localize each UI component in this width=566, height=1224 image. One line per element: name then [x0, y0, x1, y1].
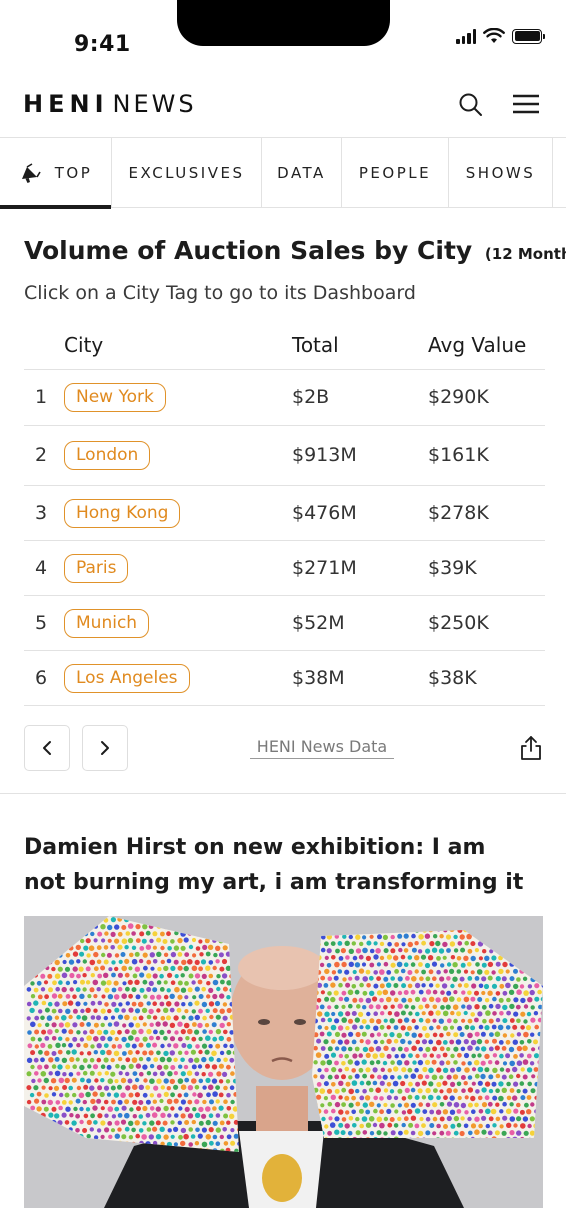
- logo-news: NEWS: [112, 90, 197, 118]
- row-total: $38M: [292, 667, 345, 689]
- city-tag-london[interactable]: London: [64, 441, 151, 470]
- table-row: 4 Paris $271M $39K: [24, 541, 545, 596]
- article-image[interactable]: [24, 916, 543, 1208]
- table-row: 5 Munich $52M $250K: [24, 596, 545, 651]
- article-headline[interactable]: Damien Hirst on new exhibition: I am not…: [24, 830, 524, 900]
- row-avg-value: $39K: [428, 557, 477, 579]
- row-avg-value: $250K: [428, 612, 489, 634]
- tab-exclusives-label: EXCLUSIVES: [128, 163, 245, 182]
- column-header-avg-value: Avg Value: [428, 333, 527, 357]
- article-photo-illustration: [24, 916, 543, 1208]
- section-tabs: TOP EXCLUSIVES DATA PEOPLE SHOWS: [0, 138, 566, 209]
- row-rank: 5: [35, 612, 48, 634]
- app-header: HENI NEWS: [0, 70, 566, 138]
- row-rank: 3: [35, 502, 48, 524]
- logo-heni: HENI: [23, 90, 109, 118]
- wifi-icon: [483, 28, 505, 43]
- row-rank: 2: [35, 444, 48, 466]
- share-icon: [521, 736, 541, 760]
- search-icon: [459, 93, 482, 116]
- table-row: 1 New York $2B $290K: [24, 370, 545, 426]
- city-tag-los-angeles[interactable]: Los Angeles: [64, 664, 190, 693]
- city-tag-paris[interactable]: Paris: [64, 554, 129, 583]
- row-avg-value: $278K: [428, 502, 489, 524]
- previous-page-button[interactable]: [24, 725, 70, 771]
- battery-icon: [512, 28, 545, 44]
- widget-title: Volume of Auction Sales by City (12 Mont…: [24, 236, 566, 265]
- row-rank: 4: [35, 557, 48, 579]
- city-tag-munich[interactable]: Munich: [64, 609, 150, 638]
- row-avg-value: $161K: [428, 444, 489, 466]
- next-page-button[interactable]: [82, 725, 128, 771]
- tab-exclusives[interactable]: EXCLUSIVES: [112, 138, 262, 207]
- row-total: $2B: [292, 386, 330, 408]
- table-row: 3 Hong Kong $476M $278K: [24, 486, 545, 541]
- chevron-left-icon: [43, 741, 51, 755]
- table-row: 2 London $913M $161K: [24, 426, 545, 486]
- tab-data[interactable]: DATA: [262, 138, 342, 207]
- row-avg-value: $290K: [428, 386, 489, 408]
- row-total: $476M: [292, 502, 357, 524]
- row-avg-value: $38K: [428, 667, 477, 689]
- table-row: 6 Los Angeles $38M $38K: [24, 651, 545, 706]
- heni-news-logo[interactable]: HENI NEWS: [23, 90, 197, 118]
- table-header: City Total Avg Value: [24, 322, 545, 370]
- tab-top-label: TOP: [54, 163, 93, 182]
- city-tag-new-york[interactable]: New York: [64, 383, 166, 412]
- cellular-signal-icon: [456, 28, 476, 44]
- status-bar: 9:41: [0, 0, 566, 70]
- device-notch: [177, 0, 390, 46]
- tab-shows-label: SHOWS: [465, 163, 536, 182]
- megaphone-icon: [21, 162, 41, 183]
- hamburger-menu-icon: [513, 94, 539, 114]
- tab-data-label: DATA: [277, 163, 326, 182]
- status-time: 9:41: [74, 32, 131, 57]
- search-button[interactable]: [458, 92, 484, 118]
- row-rank: 1: [35, 386, 48, 408]
- widget-title-text: Volume of Auction Sales by City: [24, 236, 473, 265]
- tab-shows[interactable]: SHOWS: [449, 138, 553, 207]
- heni-news-data-link[interactable]: HENI News Data: [250, 737, 394, 759]
- row-rank: 6: [35, 667, 48, 689]
- tab-people-label: PEOPLE: [358, 163, 432, 182]
- row-total: $271M: [292, 557, 357, 579]
- status-icons: [456, 26, 545, 46]
- tab-top[interactable]: TOP: [0, 138, 112, 209]
- share-button[interactable]: [518, 735, 544, 761]
- column-header-total: Total: [292, 333, 339, 357]
- tab-people[interactable]: PEOPLE: [342, 138, 449, 207]
- row-total: $52M: [292, 612, 345, 634]
- city-sales-table: City Total Avg Value 1 New York $2B $290…: [24, 322, 545, 706]
- city-tag-hong-kong[interactable]: Hong Kong: [64, 499, 181, 528]
- menu-button[interactable]: [512, 92, 540, 116]
- section-divider: [0, 793, 566, 794]
- column-header-city: City: [64, 333, 104, 357]
- row-total: $913M: [292, 444, 357, 466]
- chevron-right-icon: [101, 741, 109, 755]
- widget-subtitle: Click on a City Tag to go to its Dashboa…: [24, 282, 416, 304]
- widget-title-period: (12 Months): [484, 245, 566, 263]
